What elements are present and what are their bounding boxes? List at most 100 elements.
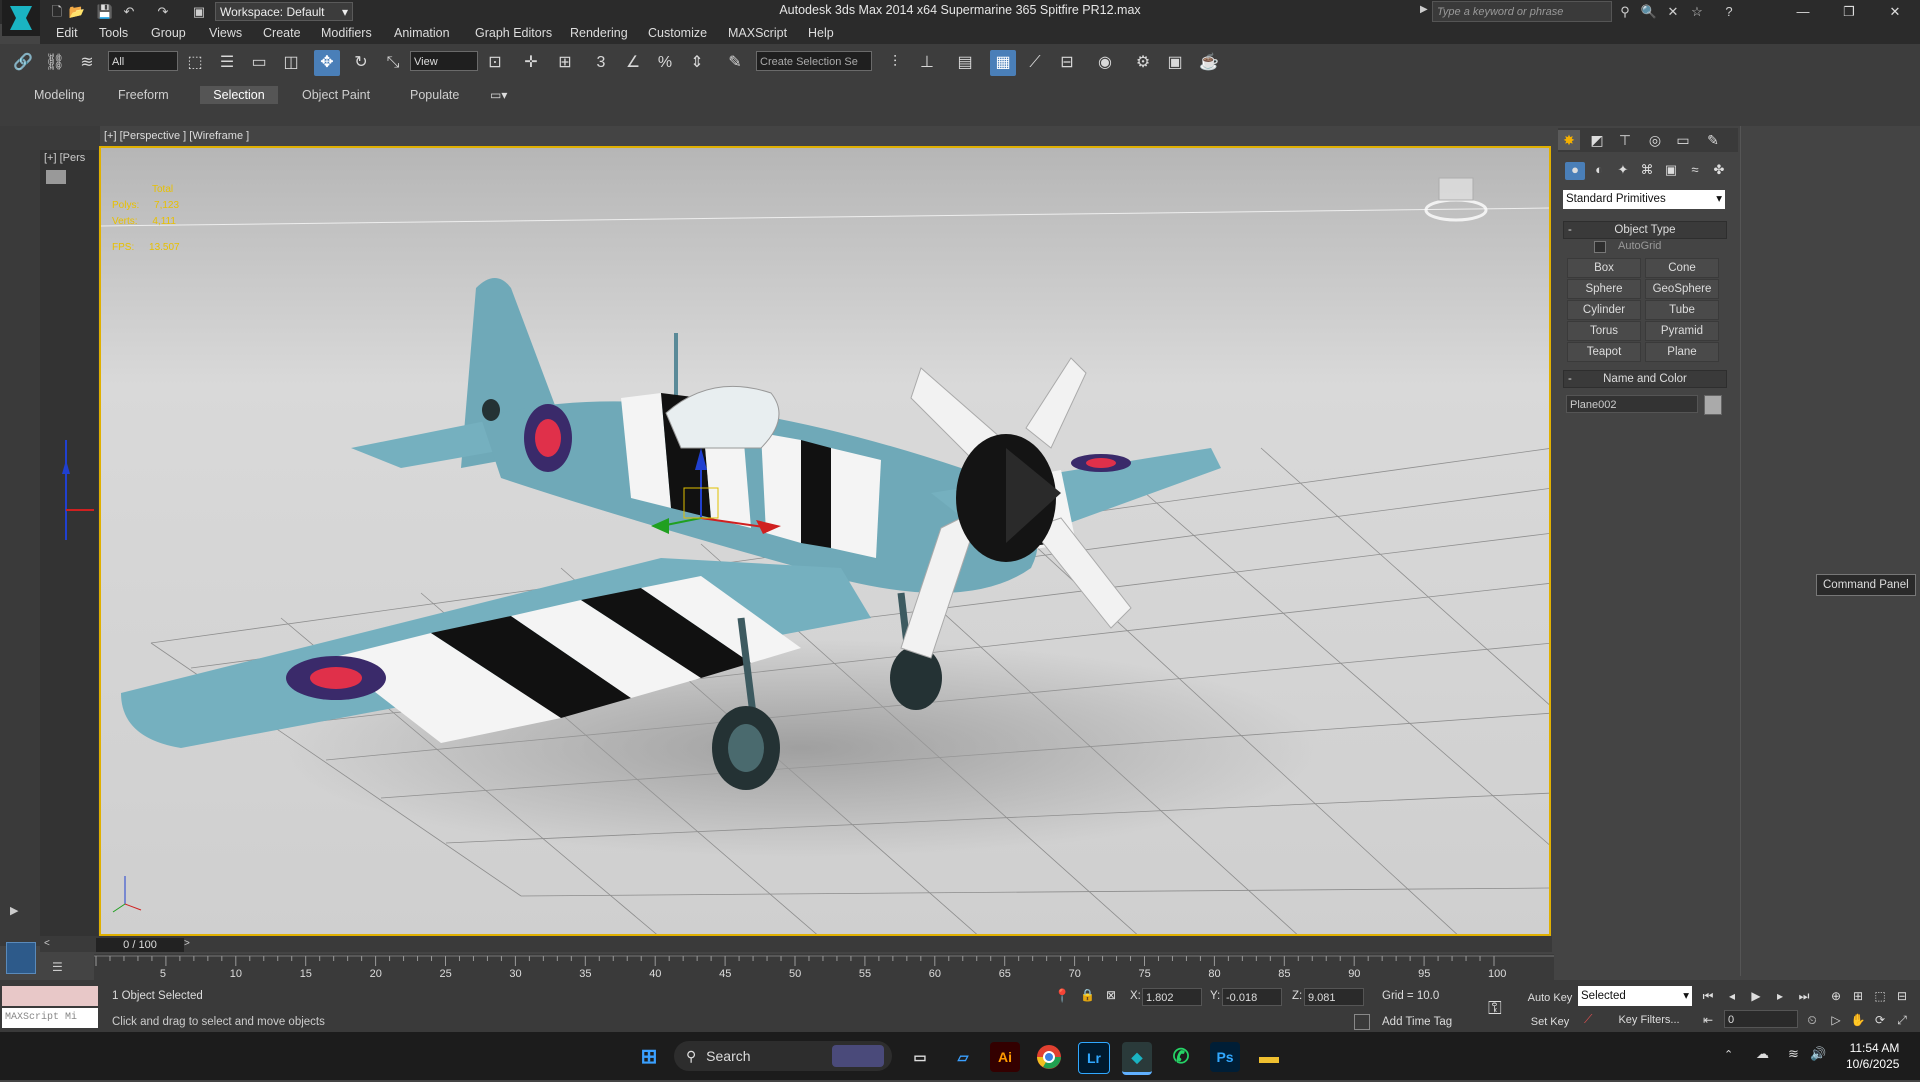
save-icon[interactable]: 💾: [96, 3, 114, 20]
percent-snap-icon[interactable]: %: [652, 50, 678, 76]
viewport-scene[interactable]: [101, 148, 1551, 936]
key-mode-toggle-icon[interactable]: ⇤: [1698, 1010, 1718, 1030]
menu-maxscript[interactable]: MAXScript: [728, 26, 787, 40]
minimize-icon[interactable]: —: [1780, 0, 1826, 24]
absolute-mode-icon[interactable]: ⊠: [1106, 988, 1116, 1002]
menu-graph-editors[interactable]: Graph Editors: [475, 26, 552, 40]
menu-help[interactable]: Help: [808, 26, 834, 40]
named-selection-dropdown[interactable]: Create Selection Se: [756, 51, 872, 71]
zoom-extents-icon[interactable]: ⬚: [1870, 986, 1890, 1006]
autogrid-checkbox[interactable]: [1594, 241, 1606, 253]
whatsapp-icon[interactable]: ✆: [1166, 1042, 1196, 1072]
key-set-dropdown[interactable]: Selected ▾: [1578, 986, 1692, 1006]
cone-button[interactable]: Cone: [1645, 258, 1719, 278]
pivot-center-icon[interactable]: ⊡: [482, 50, 508, 76]
zoom-all-icon[interactable]: ⊞: [1848, 986, 1868, 1006]
previous-frame-icon[interactable]: ◂: [1722, 986, 1742, 1006]
start-icon[interactable]: ⊞: [634, 1042, 664, 1072]
geosphere-button[interactable]: GeoSphere: [1645, 279, 1719, 299]
rendered-frame-icon[interactable]: ▣: [1162, 50, 1188, 76]
torus-button[interactable]: Torus: [1567, 321, 1641, 341]
time-slider[interactable]: 0 / 100: [96, 938, 184, 952]
time-next-icon[interactable]: >: [184, 938, 190, 949]
curve-editor-icon[interactable]: ⟋: [1022, 50, 1048, 76]
bind-spacewarp-icon[interactable]: ≋: [74, 50, 100, 76]
layer-manager-icon[interactable]: ▤: [952, 50, 978, 76]
volume-icon[interactable]: 🔊: [1810, 1046, 1826, 1062]
system-clock[interactable]: 11:54 AM 10/6/2025: [1846, 1040, 1899, 1072]
select-manipulate-icon[interactable]: ✛: [518, 50, 544, 76]
plane-button[interactable]: Plane: [1645, 342, 1719, 362]
ribbon-options-icon[interactable]: ▭▾: [490, 88, 507, 102]
current-frame-field[interactable]: 0: [1724, 1010, 1798, 1028]
helpers-icon[interactable]: ▣: [1661, 162, 1681, 180]
illustrator-icon[interactable]: Ai: [990, 1042, 1020, 1072]
key-icon[interactable]: ⚿: [1488, 998, 1502, 1019]
workspace-dropdown[interactable]: Workspace: Default ▾: [215, 2, 353, 21]
y-coordinate-field[interactable]: -0.018: [1222, 988, 1282, 1006]
tab-selection[interactable]: Selection: [200, 86, 278, 104]
object-color-swatch[interactable]: [1704, 395, 1722, 415]
add-time-tag[interactable]: Add Time Tag: [1382, 1016, 1452, 1028]
time-config-icon[interactable]: ⏲: [1802, 1010, 1822, 1030]
maximize-viewport-icon[interactable]: ⤢: [1892, 1010, 1912, 1030]
undo-icon[interactable]: ↶: [120, 3, 138, 20]
app-logo-icon[interactable]: [2, 0, 40, 36]
menu-rendering[interactable]: Rendering: [570, 26, 628, 40]
close-icon[interactable]: ✕: [1872, 0, 1918, 24]
x-coordinate-field[interactable]: 1.802: [1142, 988, 1202, 1006]
utilities-icon[interactable]: ✎: [1702, 130, 1724, 150]
reference-coordinate-dropdown[interactable]: View: [410, 51, 478, 71]
spacewarps-icon[interactable]: ≈: [1685, 162, 1705, 180]
track-bar[interactable]: [94, 954, 1554, 980]
menu-modifiers[interactable]: Modifiers: [321, 26, 372, 40]
binoculars-icon[interactable]: ⚲: [1616, 3, 1634, 20]
angle-snap-icon[interactable]: ∠: [620, 50, 646, 76]
menu-tools[interactable]: Tools: [99, 26, 128, 40]
side-viewport-label[interactable]: [+] [Pers: [44, 152, 85, 164]
search-icon[interactable]: 🔍: [1640, 3, 1658, 20]
menu-create[interactable]: Create: [263, 26, 301, 40]
menu-views[interactable]: Views: [209, 26, 242, 40]
viewport-label[interactable]: [+] [Perspective ] [Wireframe ]: [104, 130, 249, 142]
star-icon[interactable]: ☆: [1688, 3, 1706, 20]
menu-edit[interactable]: Edit: [56, 26, 78, 40]
motion-icon[interactable]: ◎: [1644, 130, 1666, 150]
isolate-icon[interactable]: 📍: [1054, 988, 1070, 1004]
tab-modeling[interactable]: Modeling: [26, 86, 93, 104]
unlink-icon[interactable]: ⛓: [42, 50, 68, 76]
modify-icon[interactable]: ◩: [1586, 130, 1608, 150]
name-color-rollout-header[interactable]: - Name and Color: [1563, 370, 1727, 388]
object-type-rollout-header[interactable]: - Object Type: [1563, 221, 1727, 239]
key-mode-icon[interactable]: ⟋: [1584, 1012, 1592, 1027]
chevron-up-icon[interactable]: ⌃: [1724, 1048, 1733, 1061]
render-teapot-icon[interactable]: ☕: [1196, 50, 1222, 76]
schematic-view-icon[interactable]: ⊟: [1054, 50, 1080, 76]
time-tag-icon[interactable]: [1354, 1014, 1370, 1030]
files-icon[interactable]: ▭: [905, 1042, 935, 1072]
time-slider-track[interactable]: [40, 936, 1552, 952]
rect-selection-icon[interactable]: ▭: [246, 50, 272, 76]
tube-button[interactable]: Tube: [1645, 300, 1719, 320]
folder-icon[interactable]: ▬: [1254, 1042, 1284, 1072]
mirror-icon[interactable]: ⫶: [882, 50, 908, 76]
geometry-icon[interactable]: ●: [1565, 162, 1585, 180]
create-icon[interactable]: ✸: [1558, 130, 1580, 150]
go-to-end-icon[interactable]: ⏭: [1794, 986, 1814, 1006]
snaps-toggle-icon[interactable]: 3: [588, 50, 614, 76]
shapes-icon[interactable]: ◐: [1589, 162, 1609, 180]
key-filters-button[interactable]: Key Filters...: [1606, 1010, 1692, 1030]
tab-object-paint[interactable]: Object Paint: [294, 86, 378, 104]
menu-customize[interactable]: Customize: [648, 26, 707, 40]
zoom-icon[interactable]: ⊕: [1826, 986, 1846, 1006]
onedrive-icon[interactable]: ☁: [1756, 1046, 1769, 1062]
tab-freeform[interactable]: Freeform: [110, 86, 177, 104]
track-bar-toggle-icon[interactable]: ☰: [52, 960, 63, 974]
lock-icon[interactable]: 🔒: [1080, 988, 1095, 1002]
z-coordinate-field[interactable]: 9.081: [1304, 988, 1364, 1006]
material-editor-icon[interactable]: ◉: [1092, 50, 1118, 76]
spinner-snap-icon[interactable]: ⇕: [684, 50, 710, 76]
selection-filter-dropdown[interactable]: All: [108, 51, 178, 71]
redo-icon[interactable]: ↷: [154, 3, 172, 20]
link-icon[interactable]: 🔗: [10, 50, 36, 76]
